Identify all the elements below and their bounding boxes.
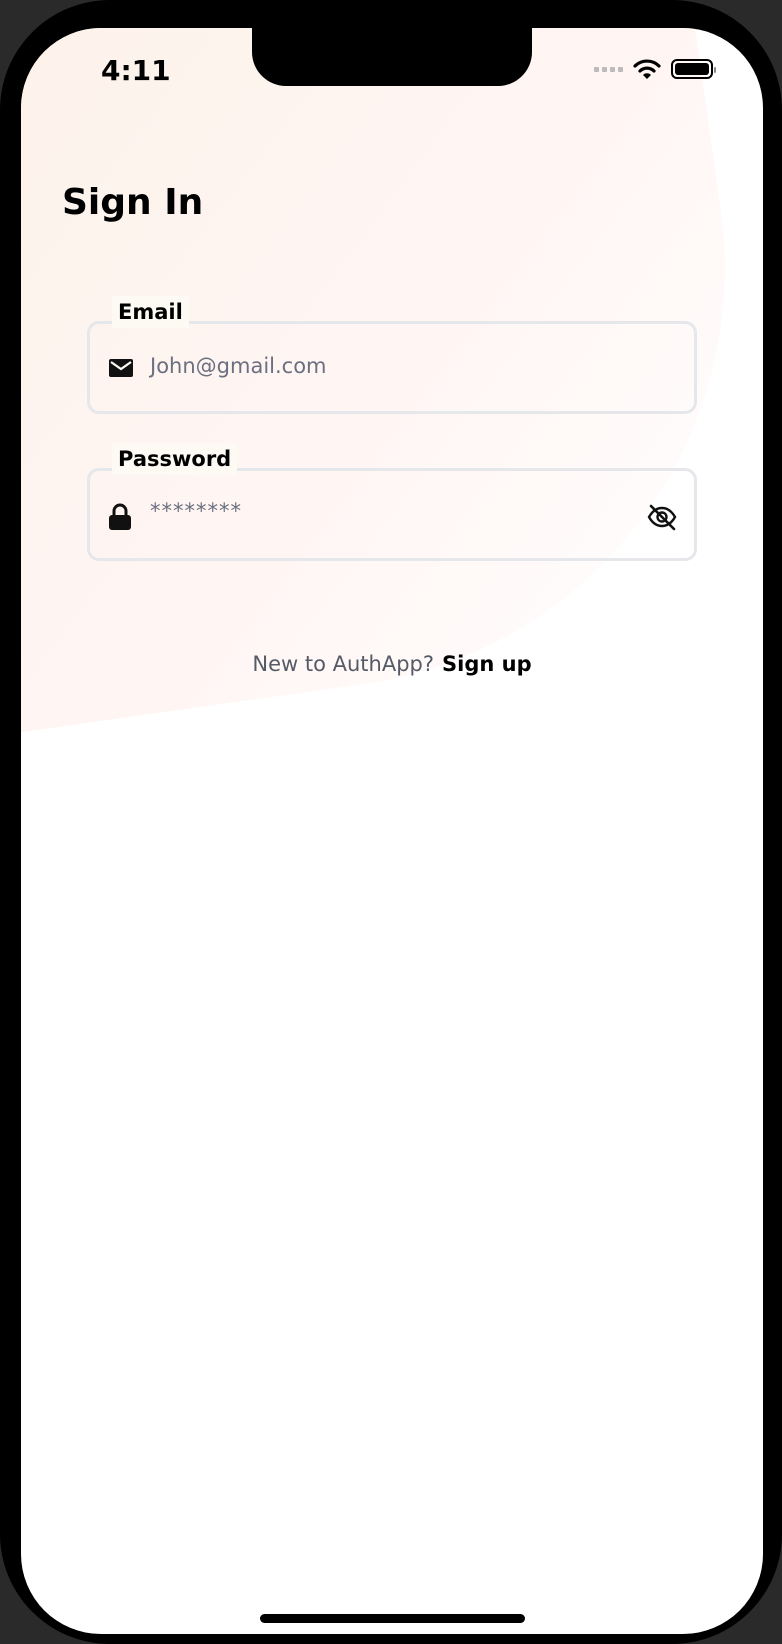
signal-icon bbox=[594, 66, 623, 72]
email-label: Email bbox=[112, 296, 189, 328]
home-indicator[interactable] bbox=[260, 1614, 525, 1623]
status-time: 4:11 bbox=[101, 54, 171, 87]
app-screen: 4:11 Sign In Email John@gmail.com Passwo… bbox=[21, 28, 763, 1634]
email-field[interactable]: Email John@gmail.com bbox=[87, 296, 697, 414]
eye-off-icon[interactable] bbox=[646, 503, 678, 531]
status-icons bbox=[594, 58, 716, 80]
notch bbox=[252, 28, 532, 86]
password-input[interactable]: ******** bbox=[150, 499, 242, 523]
signup-link[interactable]: Sign up bbox=[442, 652, 532, 676]
email-input[interactable]: John@gmail.com bbox=[150, 354, 327, 378]
wifi-icon bbox=[633, 59, 661, 79]
lock-icon bbox=[109, 503, 131, 530]
signup-prompt: New to AuthApp? Sign up bbox=[21, 652, 763, 676]
battery-icon bbox=[671, 59, 716, 79]
envelope-icon bbox=[109, 359, 133, 377]
page-title: Sign In bbox=[62, 182, 204, 223]
password-field[interactable]: Password ******** bbox=[87, 443, 697, 561]
password-label: Password bbox=[112, 443, 238, 475]
signup-question: New to AuthApp? bbox=[252, 652, 435, 676]
